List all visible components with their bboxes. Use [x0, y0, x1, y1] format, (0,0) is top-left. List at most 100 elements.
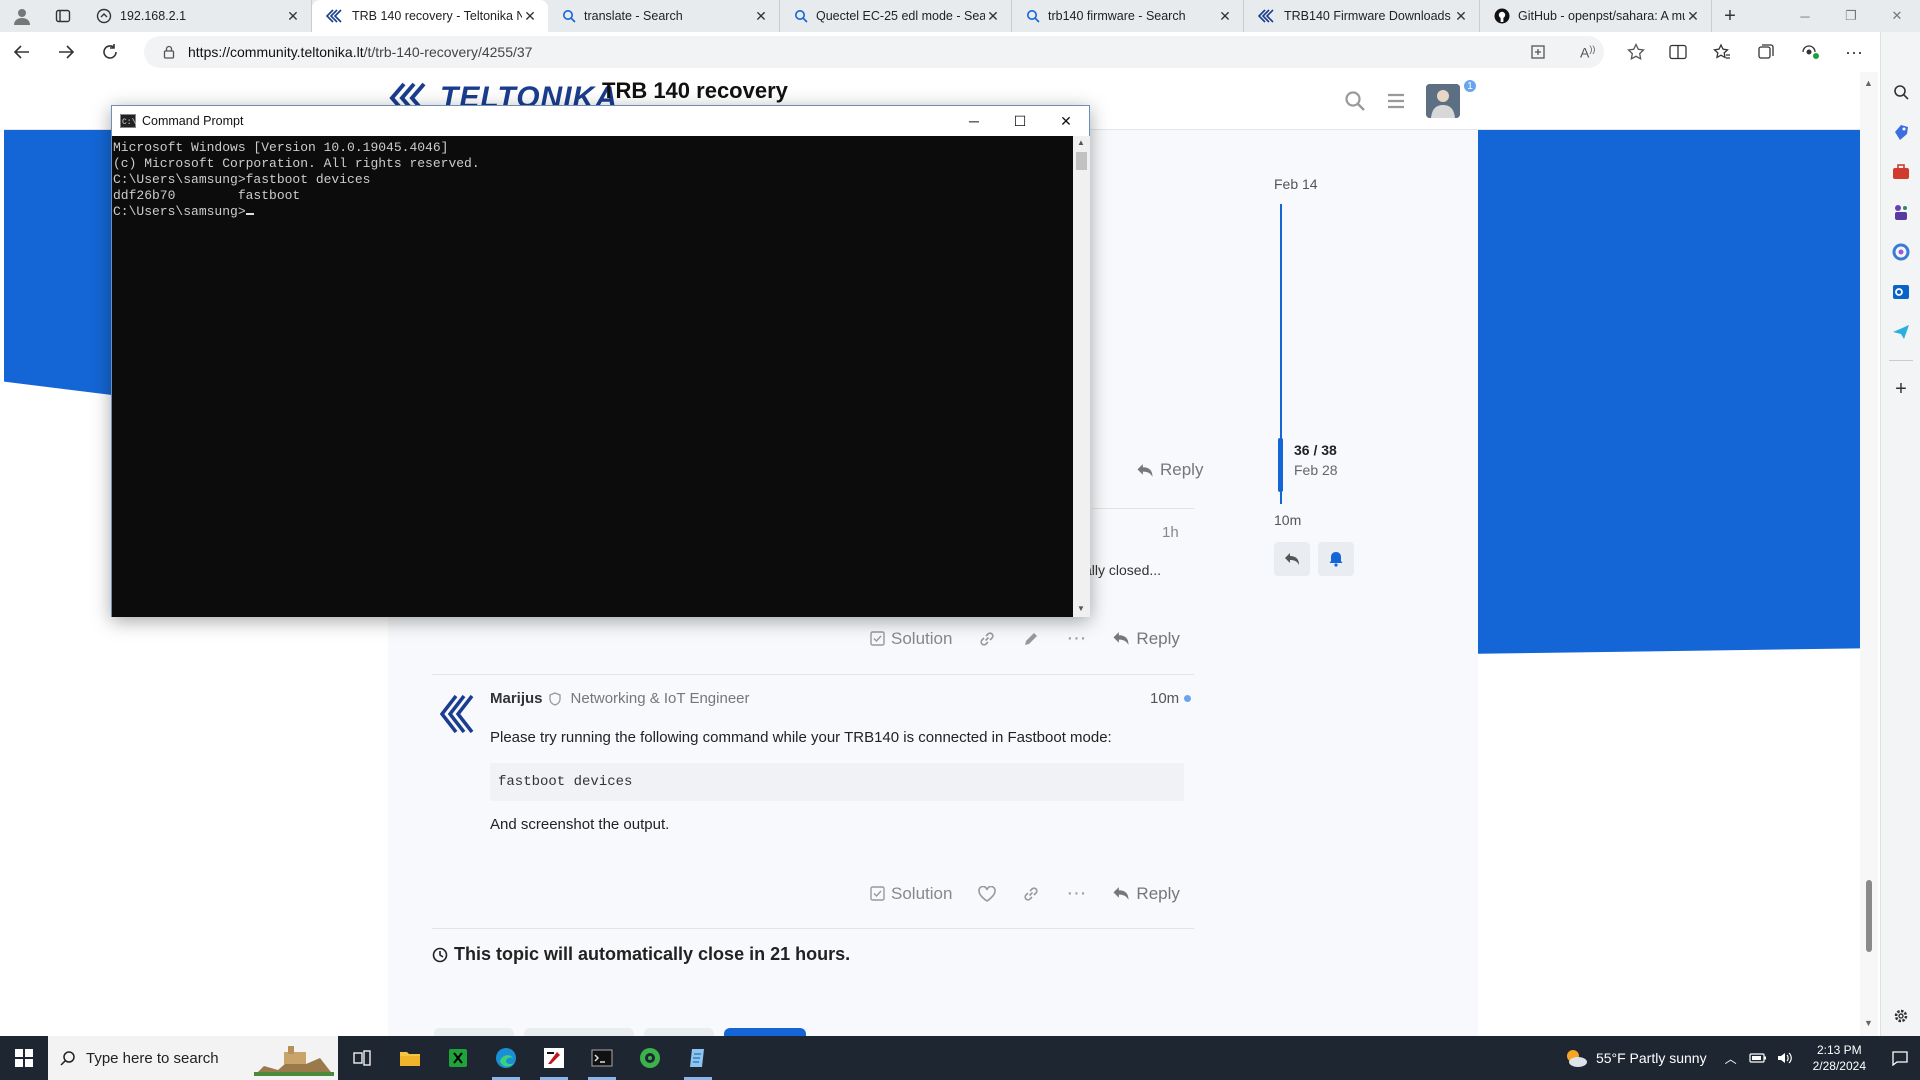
forward-button[interactable] — [44, 32, 88, 72]
more-actions-button[interactable]: ··· — [1066, 882, 1086, 905]
tab-github-sahara[interactable]: GitHub - openpst/sahara: A mu ✕ — [1480, 0, 1712, 32]
console-output[interactable]: Microsoft Windows [Version 10.0.19045.40… — [112, 136, 1073, 617]
tab-trb140-recovery[interactable]: TRB 140 recovery - Teltonika Ne ✕ — [312, 0, 548, 32]
split-screen-icon[interactable] — [1656, 32, 1700, 72]
footer-button[interactable] — [434, 1028, 514, 1036]
post-time[interactable]: 10m — [1150, 690, 1192, 707]
close-icon[interactable]: ✕ — [1217, 8, 1233, 24]
close-icon[interactable]: ✕ — [753, 8, 769, 24]
favorites-icon[interactable] — [1700, 32, 1744, 72]
minimize-icon[interactable]: ─ — [1782, 0, 1828, 32]
command-prompt-taskbar-icon[interactable] — [578, 1036, 626, 1080]
file-explorer-icon[interactable] — [386, 1036, 434, 1080]
outlook-icon[interactable] — [1881, 272, 1920, 312]
search-icon[interactable] — [1344, 90, 1366, 112]
tab-translate[interactable]: translate - Search ✕ — [548, 0, 780, 32]
flash-tool-icon[interactable] — [530, 1036, 578, 1080]
close-icon[interactable]: ✕ — [285, 8, 301, 24]
favorite-star-icon[interactable] — [1627, 43, 1646, 61]
shopping-icon[interactable] — [1881, 112, 1920, 152]
notepad-icon[interactable] — [674, 1036, 722, 1080]
tab-trb140-firmware[interactable]: trb140 firmware - Search ✕ — [1012, 0, 1244, 32]
post-time[interactable]: 1h — [1162, 524, 1179, 541]
media-app-icon[interactable] — [626, 1036, 674, 1080]
tools-icon[interactable] — [1881, 152, 1920, 192]
close-icon[interactable]: ✕ — [1874, 0, 1920, 32]
search-icon[interactable] — [1881, 72, 1920, 112]
scroll-up-icon[interactable]: ▲ — [1077, 138, 1085, 147]
more-menu-icon[interactable]: ··· — [1832, 32, 1876, 72]
reply-button[interactable]: Reply — [1112, 629, 1180, 649]
notification-level-button[interactable] — [1318, 542, 1354, 576]
close-icon[interactable]: ✕ — [985, 8, 1001, 24]
reply-button[interactable]: Reply — [1136, 460, 1203, 480]
maximize-icon[interactable]: ☐ — [997, 106, 1043, 136]
scrollbar-thumb[interactable] — [1076, 152, 1087, 170]
url-input[interactable]: https://community.teltonika.lt/t/trb-140… — [144, 36, 1604, 68]
refresh-button[interactable] — [88, 32, 132, 72]
scrollbar-thumb[interactable] — [1866, 880, 1872, 952]
footer-button[interactable] — [644, 1028, 714, 1036]
read-aloud-icon[interactable]: A)) — [1580, 44, 1595, 61]
close-icon[interactable]: ✕ — [1685, 8, 1701, 24]
command-prompt-window[interactable]: C:\ Command Prompt ─ ☐ ✕ Microsoft Windo… — [111, 105, 1090, 617]
avatar[interactable] — [1426, 84, 1460, 118]
system-clock[interactable]: 2:13 PM 2/28/2024 — [1813, 1042, 1866, 1074]
reply-to-topic-button[interactable] — [1274, 542, 1310, 576]
hamburger-menu-icon[interactable] — [1386, 92, 1406, 110]
back-button[interactable] — [0, 32, 44, 72]
copy-link-button[interactable] — [1022, 885, 1040, 903]
close-icon[interactable]: ✕ — [522, 8, 538, 24]
edge-browser-icon[interactable] — [482, 1036, 530, 1080]
minimize-icon[interactable]: ─ — [951, 106, 997, 136]
timeline-handle[interactable] — [1278, 438, 1283, 492]
weather-widget[interactable]: 55°F Partly sunny — [1564, 1047, 1707, 1069]
add-icon[interactable]: + — [1881, 369, 1920, 409]
task-view-icon[interactable] — [338, 1036, 386, 1080]
solution-button[interactable]: Solution — [870, 629, 952, 649]
copy-link-button[interactable] — [978, 630, 996, 648]
solution-button[interactable]: Solution — [870, 884, 952, 904]
author-name[interactable]: Marijus — [490, 690, 543, 707]
footer-button[interactable] — [524, 1028, 634, 1036]
more-actions-button[interactable]: ··· — [1066, 627, 1086, 650]
games-icon[interactable] — [1881, 192, 1920, 232]
collections-icon[interactable] — [1744, 32, 1788, 72]
profile-icon[interactable] — [0, 0, 44, 32]
notification-badge[interactable]: 1 — [1462, 78, 1478, 94]
page-title[interactable]: TRB 140 recovery — [602, 78, 788, 104]
microsoft-365-icon[interactable] — [1881, 232, 1920, 272]
page-scrollbar[interactable]: ▲ ▼ — [1860, 72, 1878, 1036]
timeline-start-date[interactable]: Feb 14 — [1274, 176, 1318, 192]
cmd-scrollbar[interactable]: ▲ ▼ — [1073, 136, 1090, 617]
reply-button[interactable]: Reply — [1112, 884, 1180, 904]
chevron-up-icon[interactable]: ︿ — [1725, 1050, 1737, 1067]
notification-center-icon[interactable] — [1880, 1050, 1920, 1066]
tab-actions-icon[interactable] — [44, 0, 82, 32]
battery-icon[interactable] — [1749, 1052, 1767, 1064]
restore-icon[interactable]: ❐ — [1828, 0, 1874, 32]
tab-firmware-downloads[interactable]: TRB140 Firmware Downloads - ✕ — [1244, 0, 1480, 32]
edit-button[interactable] — [1022, 630, 1040, 648]
scroll-down-icon[interactable]: ▼ — [1077, 604, 1085, 613]
cmd-title-bar[interactable]: C:\ Command Prompt ─ ☐ ✕ — [112, 106, 1089, 136]
tab-router[interactable]: 192.168.2.1 ✕ — [82, 0, 312, 32]
tab-quectel[interactable]: Quectel EC-25 edl mode - Sear ✕ — [780, 0, 1012, 32]
gear-icon[interactable] — [1881, 996, 1920, 1036]
spreadsheet-app-icon[interactable] — [434, 1036, 482, 1080]
scroll-up-icon[interactable]: ▲ — [1864, 78, 1873, 88]
avatar[interactable] — [436, 690, 484, 738]
windows-start-button[interactable] — [0, 1036, 48, 1080]
timeline-last-activity[interactable]: 10m — [1274, 512, 1301, 528]
send-icon[interactable] — [1881, 312, 1920, 352]
app-available-icon[interactable] — [1530, 44, 1546, 60]
new-tab-button[interactable]: + — [1712, 0, 1748, 32]
close-icon[interactable]: ✕ — [1043, 106, 1089, 136]
scroll-down-icon[interactable]: ▼ — [1864, 1018, 1873, 1028]
footer-primary-button[interactable] — [724, 1028, 806, 1036]
like-button[interactable] — [978, 885, 997, 902]
taskbar-search-box[interactable]: Type here to search — [48, 1036, 338, 1080]
volume-icon[interactable] — [1777, 1051, 1793, 1065]
close-icon[interactable]: ✕ — [1453, 8, 1469, 24]
extensions-icon[interactable] — [1788, 32, 1832, 72]
